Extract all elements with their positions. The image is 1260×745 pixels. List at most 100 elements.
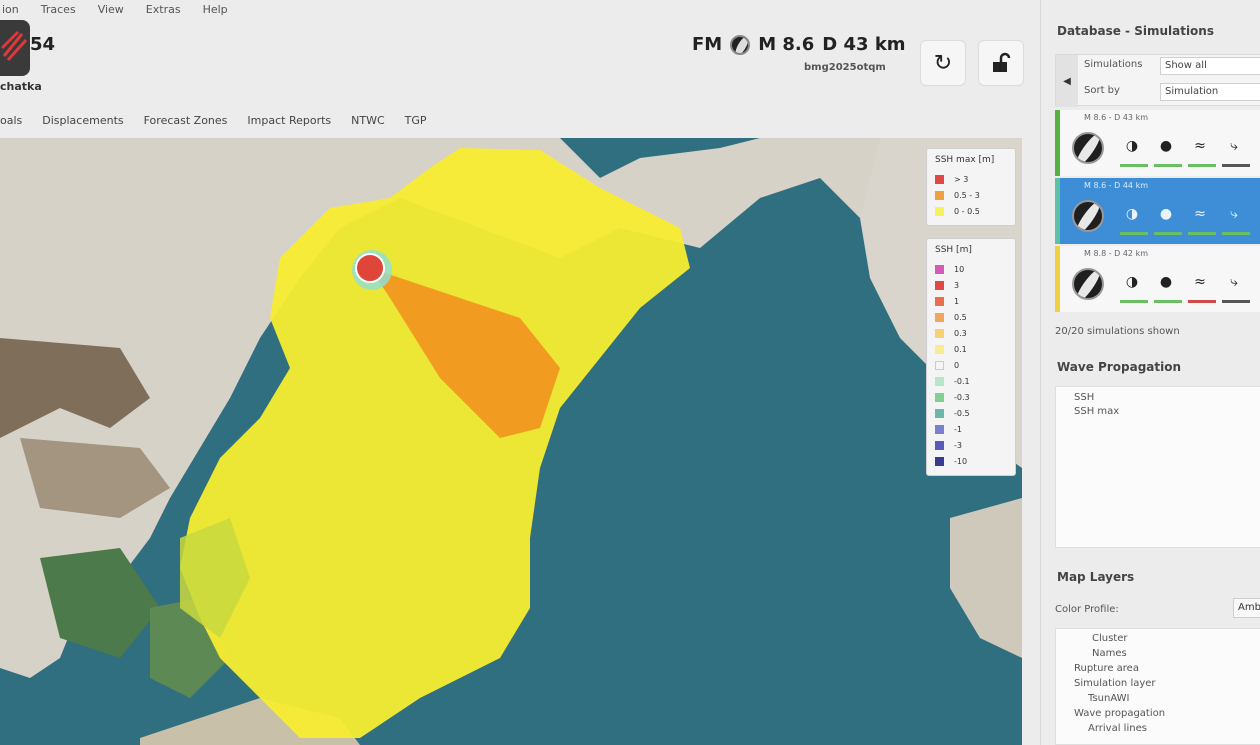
wave-item-ssh-max[interactable]: SSH max [1074,405,1242,419]
menu-bar: ion Traces View Extras Help [0,0,1040,18]
legend-swatch [935,328,944,338]
simulation-card-selected[interactable]: M 8.6 - D 44 km ◑ ● ≈ ⤷ [1055,178,1260,244]
event-type: FM [692,34,723,55]
impact-icon[interactable]: ◑ [1122,136,1142,156]
legend-label: 0.3 [954,328,967,338]
legend-swatch [935,408,944,418]
simulation-list: M 8.6 - D 43 km ◑ ● ≈ ⤷ M 8.6 - D 44 km … [1055,110,1260,318]
lock-button[interactable] [978,40,1024,86]
legend-label: -0.5 [954,408,970,418]
epicenter-marker[interactable] [355,253,385,283]
layer-simulation[interactable]: Simulation layer [1056,676,1260,691]
beachball-icon [730,34,751,55]
beachball-icon [1072,132,1104,164]
database-simulations-title: Database - Simulations [1057,24,1214,38]
map-view[interactable] [0,138,1022,745]
event-magnitude: M 8.6 [758,34,815,55]
menu-item-traces[interactable]: Traces [41,3,76,16]
status-bar [1222,164,1250,167]
legend-swatch [935,360,944,370]
simulation-card[interactable]: M 8.6 - D 43 km ◑ ● ≈ ⤷ [1055,110,1260,176]
tab-tgp[interactable]: TGP [405,112,427,129]
status-bar [1188,300,1216,303]
layer-rupture-area[interactable]: Rupture area [1056,661,1260,676]
refresh-button[interactable]: ↻ [920,40,966,86]
menu-item-view[interactable]: View [98,3,124,16]
menu-item-help[interactable]: Help [203,3,228,16]
legend-swatch [935,456,944,466]
map-layers-title: Map Layers [1057,570,1135,584]
gauge-icon[interactable]: ⤷ [1224,136,1244,156]
gauge-icon[interactable]: ⤷ [1224,204,1244,224]
lock-icon [993,52,1011,72]
legend-label: -0.1 [954,376,970,386]
impact-icon[interactable]: ◑ [1122,272,1142,292]
legend-row: 0.3 [935,325,1007,341]
wave-icon[interactable]: ≈ [1190,272,1210,292]
legend-row: 0.5 [935,309,1007,325]
event-depth: D 43 km [822,34,906,55]
legend-label: 0 - 0.5 [954,206,980,216]
color-profile-label: Color Profile: [1055,604,1119,615]
map-layers-tree: Cluster Names Rupture area Simulation la… [1055,628,1260,745]
legend-swatch [935,206,944,216]
layer-tsunawi[interactable]: TsunAWI [1056,691,1260,706]
tab-impact-reports[interactable]: Impact Reports [247,112,331,129]
simulations-select[interactable]: Show all [1160,57,1260,75]
legend-ssh-max: SSH max [m] > 3 0.5 - 3 0 - 0.5 [926,148,1016,226]
legend-swatch [935,174,944,184]
legend-swatch [935,440,944,450]
layer-names[interactable]: Names [1056,646,1260,661]
app-logo [0,20,30,76]
wave-icon[interactable]: ≈ [1190,136,1210,156]
map-canvas [0,138,1022,745]
sort-select[interactable]: Simulation [1160,83,1260,101]
gauge-icon[interactable]: ⤷ [1224,272,1244,292]
layer-wave-propagation[interactable]: Wave propagation [1056,706,1260,721]
rupture-icon[interactable]: ● [1156,136,1176,156]
status-bar [1222,300,1250,303]
legend-row: 10 [935,261,1007,277]
simulation-card[interactable]: M 8.8 - D 42 km ◑ ● ≈ ⤷ [1055,246,1260,312]
legend-ssh: SSH [m] 10 3 1 0.5 0.3 0.1 0 -0.1 -0.3 -… [926,238,1016,476]
status-bar [1188,232,1216,235]
legend-label: 0.1 [954,344,967,354]
legend-swatch [935,376,944,386]
event-region: chatka [0,80,42,93]
wave-propagation-title: Wave Propagation [1057,360,1182,374]
beachball-icon [1072,200,1104,232]
legend-title: SSH [m] [935,245,972,255]
legend-title: SSH max [m] [935,155,995,165]
tab-ntwc[interactable]: NTWC [351,112,385,129]
legend-label: 0 [954,360,960,370]
status-bar [1154,232,1182,235]
tab-uploads[interactable]: oals [0,112,22,129]
sim-label: M 8.6 - D 43 km [1084,113,1148,122]
wave-icon[interactable]: ≈ [1190,204,1210,224]
layer-cluster[interactable]: Cluster [1056,631,1260,646]
legend-swatch [935,296,944,306]
status-bar [1120,232,1148,235]
rupture-icon[interactable]: ● [1156,272,1176,292]
legend-swatch [935,424,944,434]
rupture-icon[interactable]: ● [1156,204,1176,224]
menu-item-extras[interactable]: Extras [146,3,181,16]
menu-item-action[interactable]: ion [2,3,19,16]
legend-row: 0.1 [935,341,1007,357]
refresh-icon: ↻ [933,50,953,76]
logo-icon [0,30,28,62]
legend-label: 10 [954,264,965,274]
legend-row: 0.5 - 3 [935,187,1007,203]
color-profile-select[interactable]: Ambi [1233,598,1260,618]
wave-item-ssh[interactable]: SSH [1074,391,1242,405]
tab-forecast-zones[interactable]: Forecast Zones [144,112,228,129]
simulation-filter: ◀ Simulations Show all Sort by Simulatio… [1055,54,1260,107]
layer-arrival-lines[interactable]: Arrival lines [1056,721,1260,736]
legend-label: 3 [954,280,960,290]
collapse-button[interactable]: ◀ [1056,55,1078,107]
legend-swatch [935,312,944,322]
tab-displacements[interactable]: Displacements [42,112,123,129]
legend-row: > 3 [935,171,1007,187]
collapse-arrow-icon: ◀ [1063,75,1071,87]
impact-icon[interactable]: ◑ [1122,204,1142,224]
